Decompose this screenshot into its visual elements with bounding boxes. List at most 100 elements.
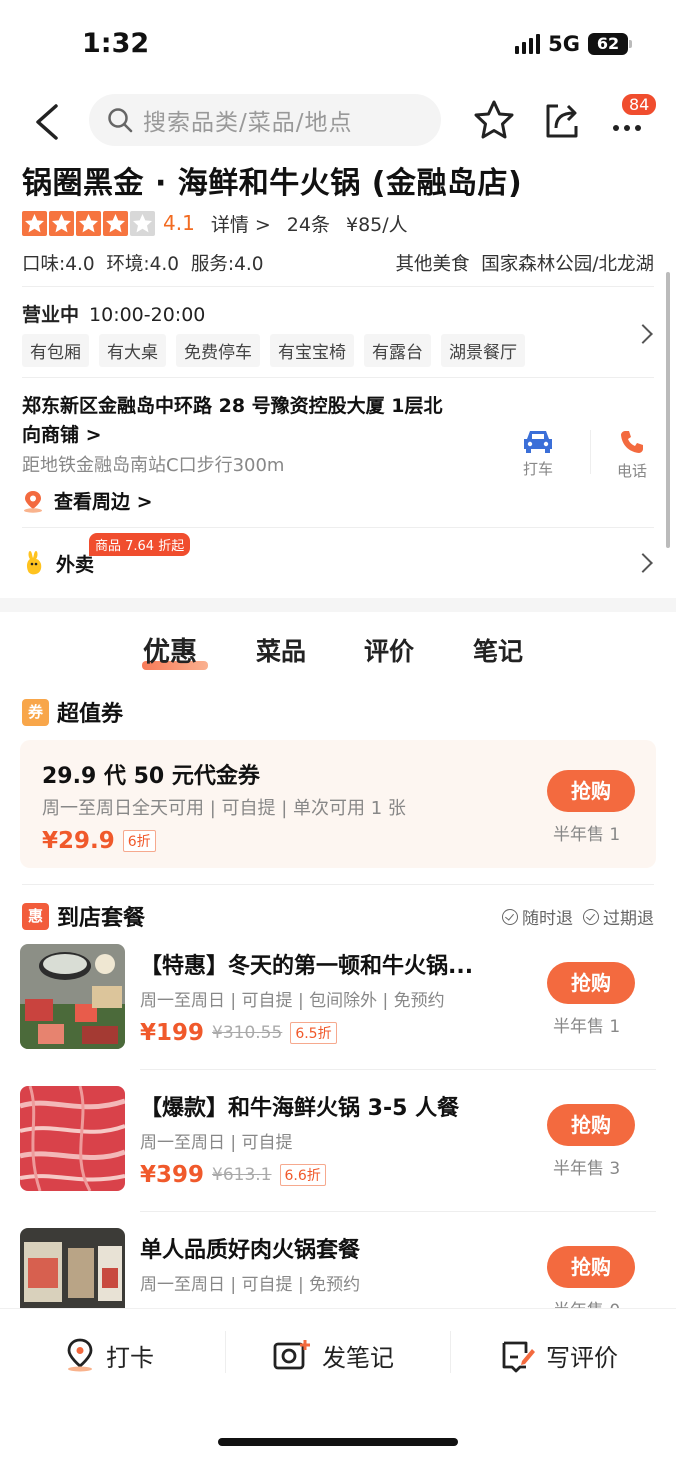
deal-buy-button[interactable]: 抢购 [547,962,635,1004]
edit-review-icon [502,1341,535,1373]
sub-info-row: 口味:4.0 环境:4.0 服务:4.0 其他美食 国家森林公园/北龙湖 [22,250,654,276]
deal-buy-button[interactable]: 抢购 [547,1104,635,1146]
open-status: 营业中 [22,304,80,326]
deal-price-row: ¥199 ¥310.55 6.5折 [140,1020,337,1046]
location-icon [24,490,42,513]
details-link[interactable]: 详情 > [211,210,271,237]
voucher-section-title: 超值券 [57,702,124,727]
deal-thumbnail [20,1086,125,1191]
divider [22,527,654,528]
search-placeholder: 搜索品类/菜品/地点 [143,110,353,136]
check-circle-icon [502,908,518,925]
rating-score: 4.1 [163,211,195,235]
voucher-price-row: ¥29.9 6折 [42,828,156,854]
deal-price-row: ¥399 ¥613.1 6.6折 [140,1162,326,1188]
facility-tag: 免费停车 [176,334,260,367]
nearby-button[interactable]: 查看周边 > [22,487,153,514]
deal-title: 【特惠】冬天的第一顿和牛火锅... [140,954,474,979]
rating-stars [22,210,155,236]
deal-thumbnail [20,944,125,1049]
share-icon[interactable] [542,98,584,142]
deal-desc: 周一至周日 | 可自提 | 免预约 [140,1275,361,1295]
scrollbar[interactable] [666,272,670,548]
deal-sold: 半年售 0 [553,1296,620,1308]
checkin-label: 打卡 [106,1343,154,1372]
facility-tag: 湖景餐厅 [441,334,525,367]
shop-name: 锅圈黑金 · 海鲜和牛火锅 (金融岛店) [22,166,523,201]
deal-item[interactable]: 【爆款】和牛海鲜火锅 3-5 人餐 周一至周日 | 可自提 ¥399 ¥613.… [20,1086,656,1196]
deal-discount: 6.5折 [290,1022,337,1044]
review-count[interactable]: 24条 [287,210,330,237]
nearby-label: 查看周边 > [54,491,153,513]
walk-distance: 距地铁金融岛南站C口步行300m [22,455,285,476]
delivery-promo-badge: 商品 7.64 折起 [89,533,191,556]
refund-anytime: 随时退 [502,904,573,929]
delivery-kangaroo-icon [26,551,42,575]
signal-icon [515,34,541,54]
phone-button[interactable]: 电话 [602,428,662,481]
search-input[interactable]: 搜索品类/菜品/地点 [89,94,441,146]
tab-deals[interactable]: 优惠 [143,630,197,669]
star-filled-icon [22,210,47,236]
phone-label: 电话 [616,462,647,480]
network-type: 5G [548,32,580,56]
battery-icon: 62 [588,33,632,55]
divider [225,1331,226,1373]
write-review-label: 写评价 [546,1343,618,1372]
package-section-header: 惠 到店套餐 [22,900,145,932]
battery-level: 62 [588,33,628,55]
search-icon [108,108,133,133]
car-icon [524,431,552,453]
deal-buy-button[interactable]: 抢购 [547,1246,635,1288]
section-gap [0,598,676,612]
favorite-star-icon[interactable] [472,98,516,142]
location-pin-icon [67,1338,93,1372]
voucher-icon: 券 [22,698,49,726]
checkin-button[interactable]: 打卡 [64,1337,154,1373]
delivery-row[interactable]: 外卖 [22,549,94,577]
post-note-button[interactable]: 发笔记 [272,1337,394,1373]
deal-item[interactable]: 单人品质好肉火锅套餐 周一至周日 | 可自提 | 免预约 抢购 半年售 0 [20,1228,656,1308]
package-icon: 惠 [22,902,49,930]
refund-policy: 随时退 过期退 [502,904,654,929]
star-empty-icon [130,210,155,236]
voucher-sold: 半年售 1 [553,825,621,845]
home-indicator[interactable] [218,1438,458,1446]
facility-tags: 有包厢 有大桌 免费停车 有宝宝椅 有露台 湖景餐厅 [22,334,525,367]
deal-original-price: ¥613.1 [212,1165,272,1185]
rating-row: 4.1 详情 > 24条 ¥85/人 [22,208,408,238]
business-hours[interactable]: 营业中 10:00-20:00 [22,300,205,327]
package-section-title: 到店套餐 [57,906,146,931]
deal-price: ¥399 [140,1162,205,1188]
chevron-right-icon[interactable] [633,553,653,573]
back-icon[interactable] [30,102,66,142]
hours-text: 10:00-20:00 [89,304,206,326]
deal-item[interactable]: 【特惠】冬天的第一顿和牛火锅... 周一至周日 | 可自提 | 包间除外 | 免… [20,944,656,1054]
facility-tag: 有露台 [364,334,431,367]
voucher-buy-button[interactable]: 抢购 [547,770,635,812]
voucher-card[interactable]: 29.9 代 50 元代金券 周一至周日全天可用 | 可自提 | 单次可用 1 … [20,740,656,868]
divider [140,1211,656,1212]
category-area[interactable]: 其他美食 国家森林公园/北龙湖 [396,250,655,276]
facility-tag: 有大桌 [99,334,166,367]
camera-plus-icon [273,1340,310,1370]
refund-expired: 过期退 [583,904,654,929]
deal-sold: 半年售 3 [553,1159,621,1179]
taxi-label: 打车 [522,460,553,478]
voucher-section-header: 券 超值券 [22,696,123,728]
chevron-right-icon[interactable] [633,324,653,344]
tab-dishes[interactable]: 菜品 [256,632,306,668]
star-filled-icon [103,210,128,236]
tab-reviews[interactable]: 评价 [364,632,414,668]
facility-tag: 有包厢 [22,334,89,367]
shop-address[interactable]: 郑东新区金融岛中环路 28 号豫资控股大厦 1层北 向商铺 > [22,392,492,450]
tab-notes[interactable]: 笔记 [473,632,523,668]
notification-badge: 84 [620,92,659,117]
star-filled-icon [49,210,74,236]
deal-desc: 周一至周日 | 可自提 [140,1133,293,1153]
divider [22,286,654,287]
check-circle-icon [583,908,599,925]
taxi-button[interactable]: 打车 [508,428,568,479]
avg-price: ¥85/人 [345,213,408,236]
write-review-button[interactable]: 写评价 [500,1337,618,1373]
